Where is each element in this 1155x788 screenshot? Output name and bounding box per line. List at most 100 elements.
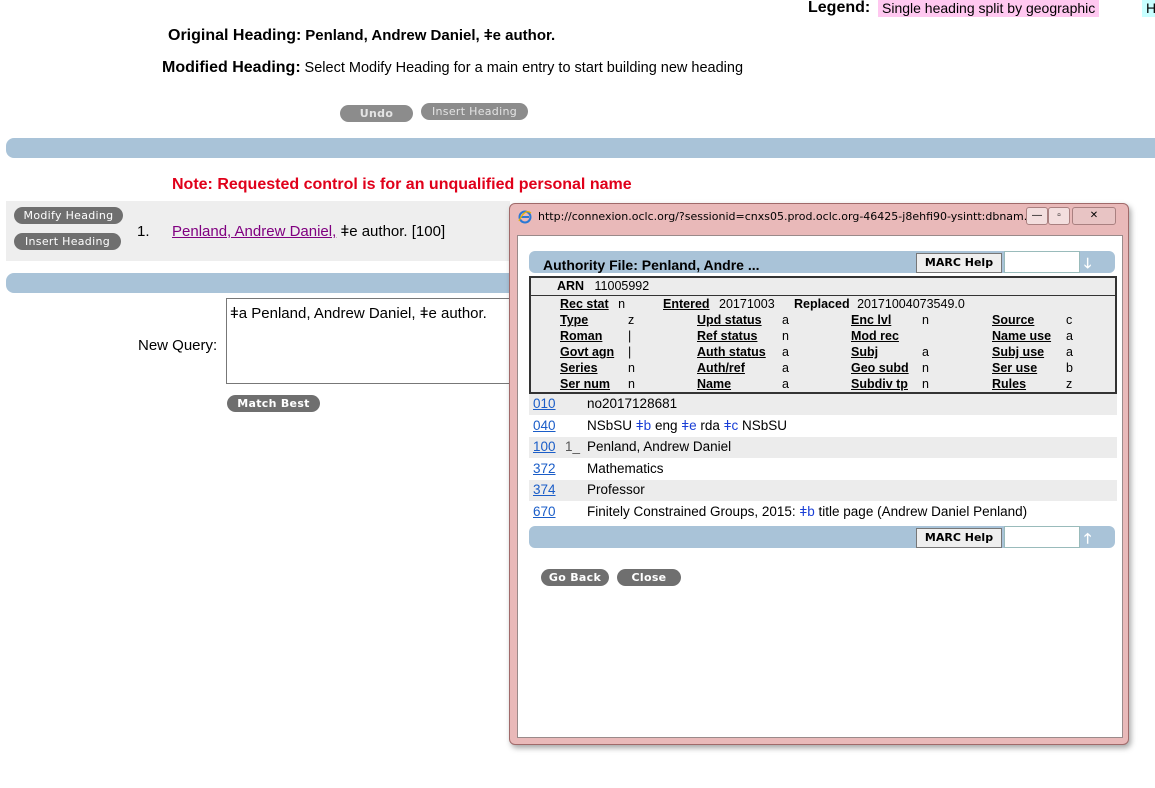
fixed-field-label[interactable]: Auth/ref bbox=[697, 361, 745, 375]
maximize-icon[interactable]: ▫ bbox=[1048, 207, 1070, 225]
fixed-field-value: | bbox=[628, 329, 632, 343]
fixed-field-value: b bbox=[1066, 361, 1073, 375]
marc-help-input-top[interactable] bbox=[1004, 251, 1080, 273]
subfield-code: ǂc bbox=[723, 417, 739, 433]
subfield-text: Mathematics bbox=[587, 460, 664, 476]
fixed-field-value: a bbox=[922, 345, 929, 359]
fixed-field-label[interactable]: Enc lvl bbox=[851, 313, 891, 327]
modified-heading-value: Select Modify Heading for a main entry t… bbox=[304, 60, 744, 76]
fixed-field-value: c bbox=[1066, 313, 1073, 327]
fixed-field-label[interactable]: Roman bbox=[560, 329, 602, 343]
go-back-button[interactable]: Go Back bbox=[541, 569, 609, 586]
fixed-field-label[interactable]: Name use bbox=[992, 329, 1051, 343]
marc-help-button-bottom[interactable]: MARC Help bbox=[916, 528, 1002, 548]
modify-heading-button[interactable]: Modify Heading bbox=[14, 207, 123, 224]
result-heading: Penland, Andrew Daniel, ǂe author. [100] bbox=[172, 223, 445, 240]
fixed-field-value: n bbox=[922, 361, 929, 375]
arn-value: 11005992 bbox=[594, 279, 650, 293]
marc-field-value: Professor bbox=[587, 482, 645, 497]
subfield-text: NSbSU bbox=[738, 417, 788, 433]
fixed-field-value: n bbox=[922, 377, 929, 391]
fixed-field-label[interactable]: Ser num bbox=[560, 377, 610, 391]
minimize-icon[interactable]: — bbox=[1026, 207, 1048, 225]
fixed-field-label[interactable]: Upd status bbox=[697, 313, 762, 327]
insert-heading-button-top[interactable]: Insert Heading bbox=[421, 103, 528, 120]
fixed-field-label-text: Mod rec bbox=[851, 329, 899, 343]
modified-heading: Modified Heading: Select Modify Heading … bbox=[162, 59, 743, 77]
fixed-field-label[interactable]: Subj bbox=[851, 345, 878, 359]
undo-button[interactable]: Undo bbox=[340, 105, 413, 122]
match-best-button[interactable]: Match Best bbox=[227, 395, 320, 412]
fixed-field-label[interactable]: Ser use bbox=[992, 361, 1037, 375]
original-heading: Original Heading: Penland, Andrew Daniel… bbox=[168, 27, 555, 45]
fixed-field-label[interactable]: Rules bbox=[992, 377, 1026, 391]
arrow-up-icon[interactable]: 🡑 bbox=[1084, 528, 1091, 552]
subfield-text: eng bbox=[651, 417, 682, 433]
marc-help-button-top[interactable]: MARC Help bbox=[916, 253, 1002, 273]
fixed-field-value: a bbox=[782, 361, 789, 375]
marc-field-row: 374 Professor bbox=[529, 480, 1117, 501]
replaced-label: Replaced bbox=[794, 297, 850, 311]
subfield-text: no2017128681 bbox=[587, 396, 678, 411]
fixed-divider bbox=[531, 295, 1115, 296]
marc-field-row: 010 no2017128681 bbox=[529, 394, 1117, 415]
fixed-field-label[interactable]: Subdiv tp bbox=[851, 377, 908, 391]
fixed-field-value: n bbox=[628, 361, 635, 375]
fixed-field-label-text: Roman bbox=[560, 329, 603, 343]
fixed-field-label[interactable]: Auth status bbox=[697, 345, 766, 359]
marc-tag-link[interactable]: 374 bbox=[533, 482, 556, 497]
fixed-field-label[interactable]: Subj use bbox=[992, 345, 1044, 359]
marc-indicators: 1_ bbox=[565, 439, 581, 454]
marc-field-value: no2017128681 bbox=[587, 396, 677, 411]
fixed-field-label[interactable]: Name bbox=[697, 377, 731, 391]
fixed-entered[interactable]: Entered 20171003 bbox=[663, 297, 775, 311]
fixed-field-value: n bbox=[782, 329, 789, 343]
fixed-field-label-text: Rules bbox=[992, 377, 1027, 391]
marc-tag-link[interactable]: 040 bbox=[533, 418, 556, 433]
marc-tag-link[interactable]: 670 bbox=[533, 504, 556, 519]
ie-icon bbox=[518, 210, 532, 224]
fixed-field-label-text: Name bbox=[697, 377, 732, 391]
close-button[interactable]: Close bbox=[617, 569, 681, 586]
fixed-field-label-text: Series bbox=[560, 361, 598, 375]
fixed-rec-stat[interactable]: Rec stat n bbox=[560, 297, 625, 311]
marc-field-row: 372 Mathematics bbox=[529, 459, 1117, 480]
divider-bar-bottom bbox=[6, 273, 510, 293]
fixed-field-label[interactable]: Type bbox=[560, 313, 588, 327]
fixed-field-label[interactable]: Series bbox=[560, 361, 598, 375]
fixed-replaced[interactable]: Replaced 20171004073549.0 bbox=[794, 297, 965, 311]
marc-tag-link[interactable]: 372 bbox=[533, 461, 556, 476]
fixed-field-label[interactable]: Ref status bbox=[697, 329, 757, 343]
marc-help-input-bottom[interactable] bbox=[1004, 526, 1080, 548]
fixed-field-label[interactable]: Govt agn bbox=[560, 345, 614, 359]
fixed-field-label-text: Auth/ref bbox=[697, 361, 745, 375]
fixed-field-value: | bbox=[628, 345, 632, 359]
subfield-code: ǂe bbox=[681, 417, 697, 433]
fixed-field-value: z bbox=[1066, 377, 1073, 391]
fixed-field-value: a bbox=[782, 345, 789, 359]
fixed-field-label-text: Ref status bbox=[697, 329, 758, 343]
arn-label: ARN bbox=[557, 279, 585, 293]
rec-stat-label: Rec stat bbox=[560, 297, 609, 311]
fixed-field-value: a bbox=[1066, 345, 1073, 359]
marc-field-value: NSbSU ǂb eng ǂe rda ǂc NSbSU bbox=[587, 418, 787, 433]
new-query-input[interactable]: ǂa Penland, Andrew Daniel, ǂe author. bbox=[226, 298, 516, 384]
fixed-field-label[interactable]: Source bbox=[992, 313, 1034, 327]
close-icon[interactable]: ✕ bbox=[1072, 207, 1116, 225]
entered-label: Entered bbox=[663, 297, 710, 311]
marc-field-value: Finitely Constrained Groups, 2015: ǂb ti… bbox=[587, 504, 1027, 519]
arrow-down-icon[interactable]: 🡓 bbox=[1084, 253, 1091, 277]
fixed-field-label[interactable]: Geo subd bbox=[851, 361, 909, 375]
marc-tag-link[interactable]: 100 bbox=[533, 439, 556, 454]
original-heading-label: Original Heading: bbox=[168, 27, 302, 44]
fixed-field-label-text: Subdiv tp bbox=[851, 377, 908, 391]
insert-heading-button[interactable]: Insert Heading bbox=[14, 233, 121, 250]
subfield-text: Penland, Andrew Daniel bbox=[587, 439, 732, 454]
fixed-field-label-text: Geo subd bbox=[851, 361, 909, 375]
marc-tag-link[interactable]: 010 bbox=[533, 396, 556, 411]
subfield-text: title page (Andrew Daniel Penland) bbox=[814, 503, 1028, 519]
marc-field-value: Penland, Andrew Daniel bbox=[587, 439, 731, 454]
heading-link[interactable]: Penland, Andrew Daniel, bbox=[172, 223, 336, 240]
fixed-field-label-text: Govt agn bbox=[560, 345, 615, 359]
fixed-field-label[interactable]: Mod rec bbox=[851, 329, 899, 343]
